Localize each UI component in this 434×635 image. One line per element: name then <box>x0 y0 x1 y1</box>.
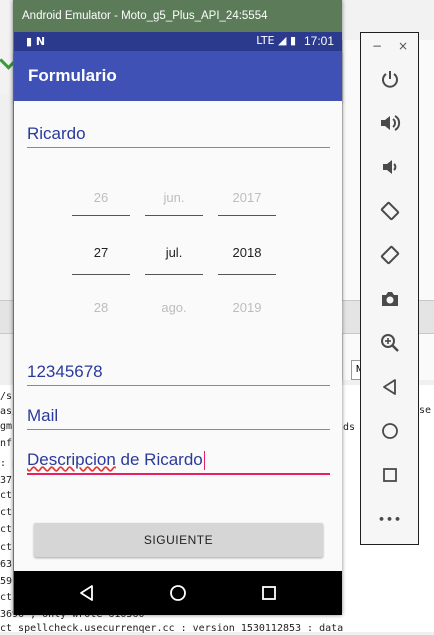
day-picker[interactable]: 26 27 28 <box>72 187 130 317</box>
console-line: ct <box>0 507 13 518</box>
month-picker[interactable]: jun. jul. ago. <box>145 187 203 317</box>
month-next[interactable]: ago. <box>145 300 203 315</box>
console-line: nf <box>0 438 13 449</box>
volume-up-icon[interactable] <box>375 108 405 138</box>
day-selected[interactable]: 27 <box>72 245 130 260</box>
rotate-right-icon[interactable] <box>375 240 405 270</box>
day-next[interactable]: 28 <box>72 300 130 315</box>
power-icon[interactable] <box>375 64 405 94</box>
console-line: ct <box>0 490 13 501</box>
mail-field[interactable]: Mail <box>27 403 330 430</box>
nav-back-icon[interactable] <box>67 571 107 615</box>
close-button[interactable]: × <box>398 39 408 53</box>
back-icon[interactable] <box>375 372 405 402</box>
volume-down-icon[interactable] <box>375 152 405 182</box>
rotate-left-icon[interactable] <box>375 196 405 226</box>
form-screen: Ricardo 26 27 28 jun. jul. ago. 2017 201… <box>14 101 342 571</box>
camera-icon[interactable] <box>375 284 405 314</box>
home-icon[interactable] <box>375 416 405 446</box>
day-prev[interactable]: 26 <box>72 190 130 205</box>
text-cursor <box>203 451 205 471</box>
console-line: ct <box>0 592 13 603</box>
description-field[interactable]: Descripcion de Ricardo <box>27 447 330 475</box>
picker-divider <box>218 274 276 275</box>
console-line: 63 <box>0 559 13 570</box>
console-line: 37 <box>0 475 13 486</box>
overview-icon[interactable] <box>375 460 405 490</box>
console-line: ct <box>0 524 13 535</box>
status-bar: ▮ N LTE ◢ ▮ 17:01 <box>14 32 342 51</box>
picker-divider <box>72 274 130 275</box>
month-selected[interactable]: jul. <box>145 245 203 260</box>
misspelled-word: Descripcion <box>27 450 116 469</box>
nav-overview-icon[interactable] <box>249 571 289 615</box>
console-line: ct <box>0 542 13 553</box>
nav-home-icon[interactable] <box>158 571 198 615</box>
emulator-title[interactable]: Android Emulator - Moto_g5_Plus_API_24:5… <box>13 0 342 32</box>
more-icon[interactable]: ••• <box>375 504 405 534</box>
name-field[interactable]: Ricardo <box>27 121 330 148</box>
description-rest: de Ricardo <box>115 450 203 469</box>
picker-divider <box>72 215 130 216</box>
picker-divider <box>218 215 276 216</box>
emulator-window: Android Emulator - Moto_g5_Plus_API_24:5… <box>13 0 342 615</box>
console-line: 59 <box>0 576 13 587</box>
status-clock: 17:01 <box>303 34 334 48</box>
zoom-icon[interactable] <box>375 328 405 358</box>
year-picker[interactable]: 2017 2018 2019 <box>218 187 276 317</box>
month-prev[interactable]: jun. <box>145 190 203 205</box>
phone-field[interactable]: 12345678 <box>27 359 330 386</box>
notification-icons: ▮ N <box>26 35 46 48</box>
minimize-button[interactable]: − <box>372 39 382 53</box>
navigation-bar <box>14 571 342 615</box>
console-line: gm <box>0 421 13 432</box>
year-prev[interactable]: 2017 <box>218 190 276 205</box>
year-selected[interactable]: 2018 <box>218 245 276 260</box>
console-fragment: se <box>419 405 432 416</box>
console-line: ct spellcheck.usecurrenqer.cc : version … <box>0 623 344 634</box>
next-button[interactable]: SIGUIENTE <box>34 523 323 557</box>
signal-battery-icon: LTE ◢ ▮ <box>256 34 296 47</box>
app-bar: Formulario <box>14 51 342 101</box>
emulator-toolbar: − × ••• <box>360 32 419 545</box>
year-next[interactable]: 2019 <box>218 300 276 315</box>
picker-divider <box>145 215 203 216</box>
app-title: Formulario <box>28 66 117 85</box>
picker-divider <box>145 274 203 275</box>
console-fragment: ds <box>343 422 356 433</box>
console-line: /s <box>0 391 13 402</box>
